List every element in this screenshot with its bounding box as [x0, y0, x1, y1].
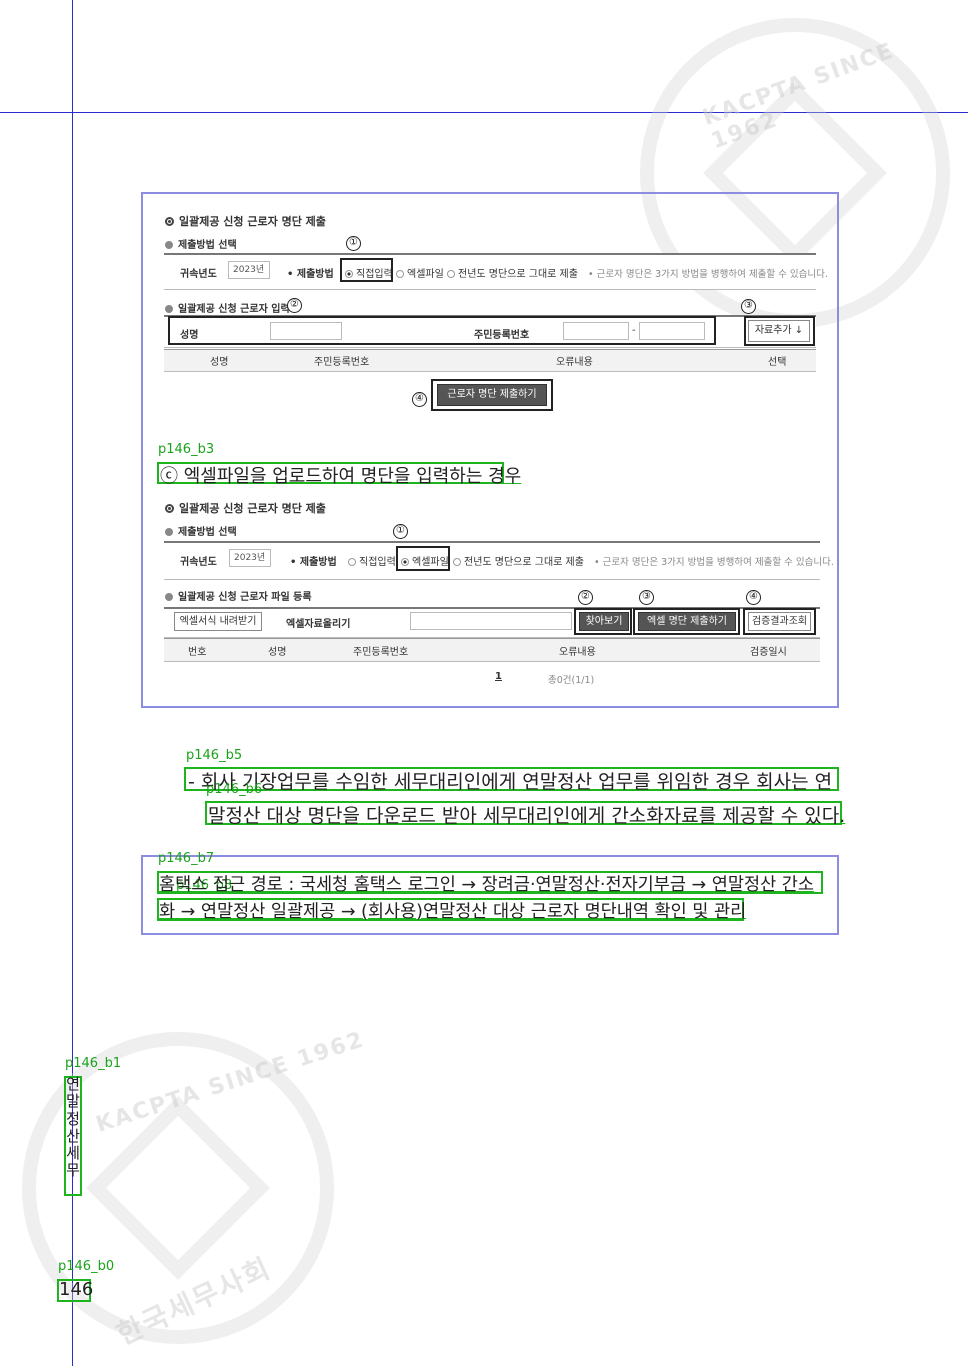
bullet-icon: [165, 593, 173, 601]
radio-icon: [396, 270, 404, 278]
form2-col-error: 오류내용: [559, 647, 596, 658]
paragraph-line-1: - 회사 기장업무를 수임한 세무대리인에게 연말정산 업무를 위임한 경우 회…: [188, 771, 833, 793]
form1-section1: 제출방법 선택: [178, 240, 237, 251]
block-label-b3: p146_b3: [158, 442, 215, 457]
form2-highlight-4: [743, 608, 816, 635]
marker-3: ③: [741, 299, 756, 314]
form1-title-row: 일괄제공 신청 근로자 명단 제출: [165, 213, 326, 229]
form2-opt-direct[interactable]: 직접입력: [348, 553, 396, 568]
pagination-total: 총0건(1/1): [548, 675, 595, 686]
form2-section2-row: 일괄제공 신청 근로자 파일 등록: [165, 588, 312, 603]
block-label-b6: p146_b6: [206, 782, 263, 797]
form2-section1: 제출방법 선택: [178, 527, 237, 538]
marker-1: ①: [393, 524, 408, 539]
marker-3: ③: [639, 590, 654, 605]
form1-year-select[interactable]: 2023년: [228, 261, 270, 279]
form2-year-label: 귀속년도: [180, 557, 217, 568]
form2-title: 일괄제공 신청 근로자 명단 제출: [179, 502, 326, 515]
access-path-line-2: 화 → 연말정산 일괄제공 → (회사용)연말정산 대상 근로자 명단내역 확인…: [159, 902, 747, 922]
block-label-b0: p146_b0: [58, 1259, 115, 1274]
radio-icon: [453, 558, 461, 566]
form1-col-rrn: 주민등록번호: [314, 357, 370, 368]
marker-4: ④: [746, 590, 761, 605]
heading-excel-upload: ⓒ 엑셀파일을 업로드하여 명단을 입력하는 경우: [160, 466, 522, 487]
form1-rrn-back[interactable]: [639, 322, 705, 340]
paragraph-line-2: 말정산 대상 명단을 다운로드 받아 세무대리인에게 간소화자료를 제공할 수 …: [208, 805, 846, 827]
form2-upload-label: 엑셀자료올리기: [286, 619, 351, 630]
marker-4: ④: [412, 392, 427, 407]
block-label-b5: p146_b5: [186, 748, 243, 763]
form2-table-header: [164, 638, 820, 662]
bullet-icon: [165, 217, 174, 226]
form1-note: • 근로자 명단은 3가지 방법을 병행하여 제출할 수 있습니다.: [588, 269, 828, 280]
form2-section2: 일괄제공 신청 근로자 파일 등록: [178, 592, 312, 603]
radio-icon: [447, 270, 455, 278]
marker-1: ①: [346, 236, 361, 251]
bullet-icon: [165, 305, 173, 313]
radio-icon: [348, 558, 356, 566]
marker-2: ②: [287, 298, 302, 313]
form1-opt-prev[interactable]: 전년도 명단으로 그대로 제출: [447, 265, 578, 280]
form1-section1-row: 제출방법 선택: [165, 236, 237, 251]
form2-note: • 근로자 명단은 3가지 방법을 병행하여 제출할 수 있습니다.: [594, 557, 834, 568]
form1-highlight-1: [340, 258, 393, 282]
form2-file-input[interactable]: [410, 612, 572, 630]
download-excel-template-button[interactable]: 엑셀서식 내려받기: [174, 612, 262, 631]
form2-col-rrn: 주민등록번호: [353, 647, 409, 658]
form2-col-no: 번호: [188, 647, 207, 658]
access-path-line-1: 홈택스 접근 경로 : 국세청 홈택스 로그인 → 장려금·연말정산·전자기부금…: [159, 875, 814, 895]
form1-col-name: 성명: [210, 357, 229, 368]
form1-rrn-dash: -: [632, 325, 636, 336]
marker-2: ②: [578, 590, 593, 605]
form1-section2-row: 일괄제공 신청 근로자 입력: [165, 300, 290, 315]
form2-section1-row: 제출방법 선택: [165, 523, 237, 538]
form1-name-input[interactable]: [270, 322, 342, 340]
pagination-page-1[interactable]: 1: [495, 671, 502, 682]
block-label-b7: p146_b7: [158, 851, 215, 866]
form1-section2: 일괄제공 신청 근로자 입력: [178, 304, 290, 315]
block-label-b1: p146_b1: [65, 1056, 122, 1071]
form2-method-label: • 제출방법: [290, 557, 337, 568]
form2-col-name: 성명: [268, 647, 287, 658]
form1-name-label: 성명: [180, 330, 199, 341]
page-number: 146: [59, 1279, 94, 1300]
side-chapter-title: 연말정산 세무: [66, 1075, 80, 1180]
form2-year-select[interactable]: 2023년: [229, 549, 271, 567]
form1-opt-excel[interactable]: 엑셀파일: [396, 265, 444, 280]
form2-col-date: 검증일시: [750, 647, 787, 658]
form1-year-label: 귀속년도: [180, 269, 217, 280]
form2-highlight-1: [396, 546, 450, 571]
form1-rrn-label: 주민등록번호: [474, 330, 530, 341]
form1-col-select: 선택: [768, 357, 787, 368]
form1-method-label: • 제출방법: [287, 269, 334, 280]
form2-title-row: 일괄제공 신청 근로자 명단 제출: [165, 500, 326, 516]
form1-title: 일괄제공 신청 근로자 명단 제출: [179, 215, 326, 228]
form1-highlight-4: [431, 379, 553, 411]
form2-highlight-3: [633, 608, 740, 635]
bullet-icon: [165, 241, 173, 249]
form1-rrn-front[interactable]: [563, 322, 629, 340]
form1-col-error: 오류내용: [556, 357, 593, 368]
form1-table-header: [164, 349, 816, 372]
bullet-icon: [165, 504, 174, 513]
bullet-icon: [165, 528, 173, 536]
form2-opt-prev[interactable]: 전년도 명단으로 그대로 제출: [453, 553, 584, 568]
form2-highlight-2: [574, 608, 632, 635]
form1-highlight-3: [744, 316, 815, 346]
